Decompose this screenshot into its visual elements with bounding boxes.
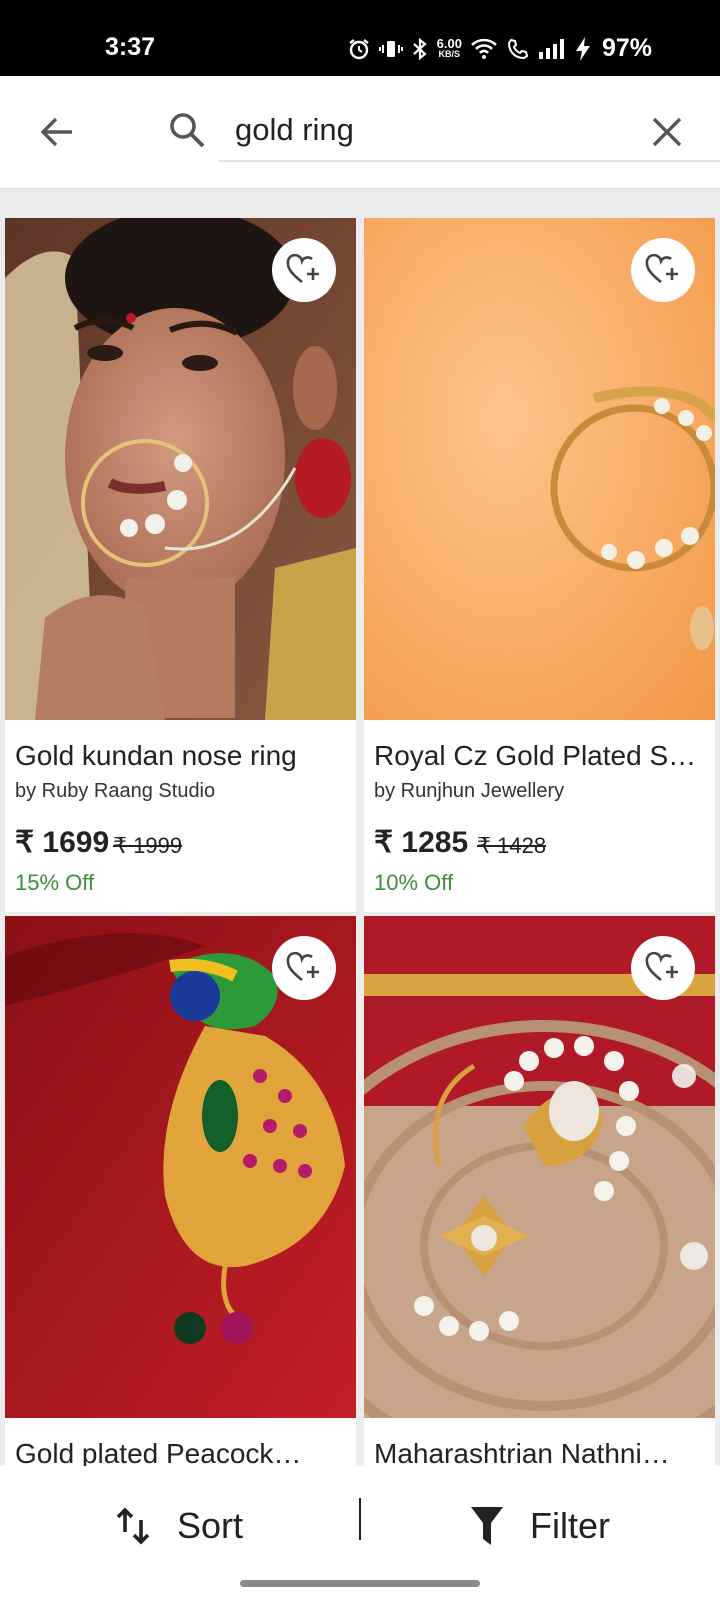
filter-button[interactable]: Filter <box>470 1496 670 1556</box>
divider <box>359 1498 361 1540</box>
product-price: ₹ 1285 <box>374 826 469 859</box>
heart-plus-icon <box>286 952 319 982</box>
product-info: Gold kundan nose ring by Ruby Raang Stud… <box>5 720 356 912</box>
product-mrp: ₹ 1999 <box>113 833 183 858</box>
wishlist-button[interactable] <box>631 238 695 302</box>
product-discount: 15% Off <box>15 870 95 895</box>
alarm-icon <box>348 38 369 59</box>
product-info: Maharashtrian Nathni… <box>364 1418 715 1466</box>
bluetooth-icon <box>412 37 427 60</box>
sort-label: Sort <box>177 1505 244 1546</box>
product-name: Gold plated Peacock… <box>15 1438 302 1466</box>
sort-arrows-icon <box>116 1507 150 1545</box>
signal-icon <box>538 38 564 59</box>
product-seller: by Runjhun Jewellery <box>374 780 565 802</box>
vibrate-icon <box>378 40 403 57</box>
product-mrp: ₹ 1428 <box>477 833 547 858</box>
arrow-left-icon <box>40 117 72 147</box>
status-icons: 6.00 KB/S 97% <box>347 34 652 63</box>
product-discount: 10% Off <box>374 870 454 895</box>
home-indicator[interactable] <box>240 1580 480 1587</box>
filter-label: Filter <box>530 1505 610 1546</box>
back-button[interactable] <box>36 110 80 154</box>
product-name: Gold kundan nose ring <box>15 740 297 771</box>
wifi-calling-icon <box>507 38 529 59</box>
product-info: Royal Cz Gold Plated S… by Runjhun Jewel… <box>364 720 715 912</box>
sort-filter-bar: Sort Filter <box>0 1466 720 1600</box>
heart-plus-icon <box>645 952 678 982</box>
product-info: Gold plated Peacock… <box>5 1418 356 1466</box>
product-card[interactable]: Royal Cz Gold Plated S… by Runjhun Jewel… <box>364 218 715 912</box>
product-name: Maharashtrian Nathni… <box>374 1438 670 1466</box>
product-card[interactable]: Gold plated Peacock… <box>5 916 356 1466</box>
net-speed: 6.00 KB/S <box>436 35 462 59</box>
search-header <box>0 76 720 189</box>
close-icon <box>652 117 682 147</box>
wishlist-button[interactable] <box>272 238 336 302</box>
status-time: 3:37 <box>105 33 156 61</box>
product-card[interactable]: Maharashtrian Nathni… <box>364 916 715 1466</box>
battery-percent: 97% <box>601 34 652 62</box>
clear-search-button[interactable] <box>645 110 689 154</box>
heart-plus-icon <box>645 254 678 284</box>
wishlist-button[interactable] <box>272 936 336 1000</box>
search-icon <box>170 113 205 148</box>
wifi-icon <box>471 38 497 59</box>
status-bar: 3:37 6.00 KB/S 97% <box>0 0 720 76</box>
wishlist-button[interactable] <box>631 936 695 1000</box>
sort-button[interactable]: Sort <box>115 1496 315 1556</box>
product-card[interactable]: Gold kundan nose ring by Ruby Raang Stud… <box>5 218 356 912</box>
charging-icon <box>575 36 590 61</box>
funnel-icon <box>471 1507 503 1545</box>
heart-plus-icon <box>286 254 319 284</box>
product-seller: by Ruby Raang Studio <box>15 780 216 802</box>
product-name: Royal Cz Gold Plated S… <box>374 740 697 771</box>
product-price: ₹ 1699 <box>15 826 110 859</box>
